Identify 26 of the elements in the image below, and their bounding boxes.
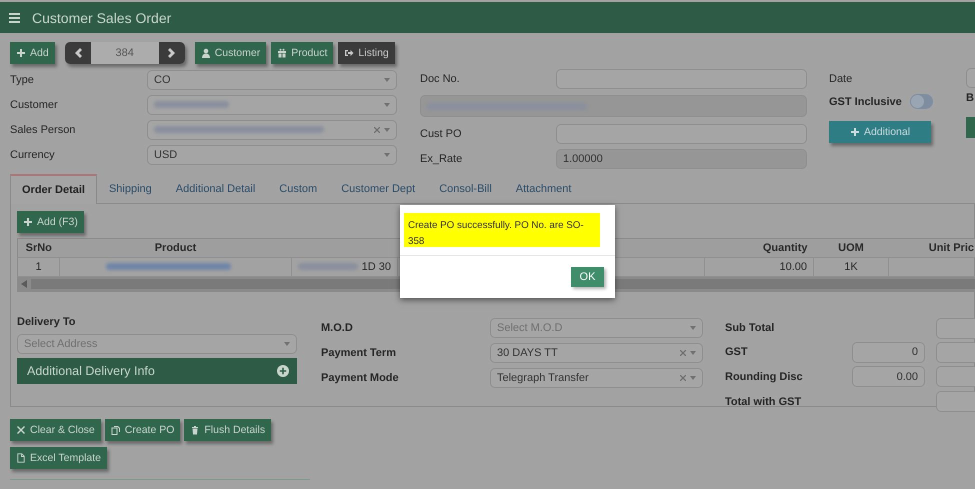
table-cell: 1D 30 [362, 261, 391, 273]
field-label: M.O.D [321, 322, 354, 334]
column-header: Unit Pric [888, 238, 975, 258]
field-label: Ex_Rate [420, 152, 464, 164]
column-header: Product [60, 238, 292, 258]
column-header: SrNo [18, 238, 60, 258]
field-label: Cust PO [420, 128, 463, 140]
field-label: Total with GST [725, 396, 802, 408]
field-label: Sub Total [725, 322, 776, 334]
field-label: Sales Person [10, 124, 76, 136]
field-label: Rounding Disc [725, 370, 804, 382]
field-label: Type [10, 74, 35, 86]
field-label: Payment Mode [321, 372, 400, 384]
field-label: Currency [10, 148, 56, 160]
field-label: Date [829, 72, 852, 84]
field-label: Delivery To [17, 316, 76, 330]
column-header: UOM [814, 238, 888, 258]
window-title: Customer Sales Order [32, 10, 172, 26]
field-label: Payment Term [321, 346, 397, 358]
message-text: Create PO successfully. PO No. are SO-358 [404, 213, 600, 247]
field-label: Doc No. [420, 73, 461, 85]
field-label: GST Inclusive [829, 96, 902, 108]
field-label: GST [725, 346, 749, 358]
field-label: B [966, 92, 975, 104]
column-header: Quantity [704, 238, 814, 258]
field-label: Customer [10, 98, 59, 110]
